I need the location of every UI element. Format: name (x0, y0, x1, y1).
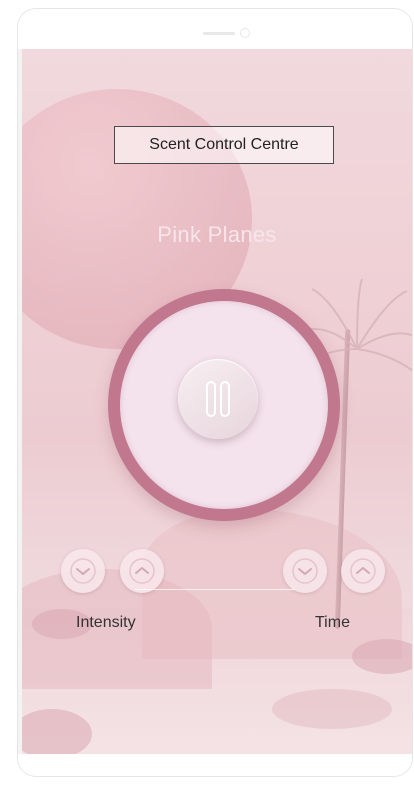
pause-icon-bar-right (220, 381, 230, 417)
controls-divider (135, 589, 295, 590)
pause-icon (204, 381, 232, 417)
phone-top-bezel (18, 9, 412, 49)
time-decrease-button[interactable] (283, 549, 327, 593)
phone-bottom-bezel (18, 754, 412, 776)
scent-name: Pink Planes (157, 222, 277, 247)
intensity-decrease-button[interactable] (61, 549, 105, 593)
time-label: Time (315, 614, 350, 631)
chevron-up-icon (129, 558, 155, 584)
speaker-grille (203, 32, 235, 35)
play-pause-button[interactable] (178, 359, 258, 439)
intensity-increase-button[interactable] (120, 549, 164, 593)
background-shrub (272, 689, 392, 729)
chevron-down-icon (292, 558, 318, 584)
time-increase-button[interactable] (341, 549, 385, 593)
chevron-down-icon (70, 558, 96, 584)
intensity-label: Intensity (76, 614, 136, 631)
page-title: Scent Control Centre (114, 126, 334, 164)
pause-icon-bar-left (206, 381, 216, 417)
chevron-up-icon (350, 558, 376, 584)
front-camera (240, 28, 250, 38)
